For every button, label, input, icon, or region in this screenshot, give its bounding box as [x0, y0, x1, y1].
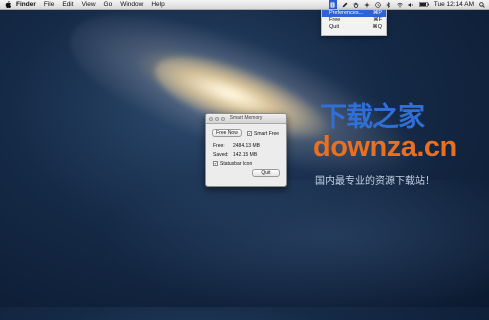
status-menu-item-preferences[interactable]: Preferences... ⌘P [322, 10, 386, 17]
pen-icon[interactable] [342, 2, 348, 8]
menu-edit[interactable]: Edit [62, 1, 73, 8]
free-now-button[interactable]: Free Now [212, 129, 242, 137]
watermark-domain: downza.cn [313, 131, 457, 163]
sparkle-icon[interactable] [363, 1, 370, 8]
statusbar-icon-label: Statusbar Icon [220, 161, 253, 167]
free-value: 2484.13 MB [233, 143, 260, 149]
status-area: Tue 12:14 AM [326, 0, 485, 9]
status-menu-label: Free [329, 17, 341, 23]
window-title: Smart Memory [229, 115, 263, 121]
menu-clock[interactable]: Tue 12:14 AM [434, 1, 474, 8]
status-menu-item-free[interactable]: Free ⌘F [322, 17, 386, 24]
saved-label: Saved: [213, 152, 229, 158]
menu-bar: Finder File Edit View Go Window Help Tue… [0, 0, 489, 10]
quit-button[interactable]: Quit [252, 169, 280, 177]
saved-value: 142.15 MB [233, 152, 258, 158]
status-menu-item-quit[interactable]: Quit ⌘Q [322, 24, 386, 31]
watermark-chinese: 下载之家 [320, 102, 425, 132]
volume-icon[interactable] [408, 2, 414, 8]
status-menu: Preferences... ⌘P Free ⌘F Quit ⌘Q [321, 9, 387, 36]
menu-window[interactable]: Window [120, 1, 143, 8]
smart-memory-icon[interactable] [328, 0, 337, 9]
checkmark-icon [248, 131, 251, 135]
status-menu-label: Quit [329, 24, 340, 30]
status-menu-label: Preferences... [329, 10, 364, 16]
battery-icon[interactable] [418, 2, 429, 8]
time-machine-icon[interactable] [375, 1, 381, 8]
smart-free-checkbox[interactable] [247, 130, 252, 136]
menu-view[interactable]: View [82, 1, 96, 8]
apple-icon[interactable] [4, 1, 11, 8]
smart-free-label: Smart Free [254, 130, 280, 137]
status-menu-shortcut: ⌘Q [372, 24, 382, 30]
menu-help[interactable]: Help [151, 1, 164, 8]
watermark: 下载之家 downza.cn 国内最专业的资源下载站！ [305, 95, 485, 190]
hand-icon[interactable] [353, 2, 359, 8]
statusbar-icon-checkbox[interactable] [213, 161, 218, 166]
status-menu-shortcut: ⌘P [372, 10, 382, 16]
menu-go[interactable]: Go [104, 1, 113, 8]
menu-finder[interactable]: Finder [16, 1, 36, 8]
window-titlebar[interactable]: Smart Memory [206, 114, 286, 124]
bluetooth-icon[interactable] [386, 1, 392, 8]
menu-file[interactable]: File [44, 1, 54, 8]
watermark-tagline: 国内最专业的资源下载站！ [315, 176, 435, 187]
search-icon[interactable] [479, 1, 485, 8]
wifi-icon[interactable] [397, 2, 403, 8]
checkmark-icon [214, 162, 217, 165]
status-menu-shortcut: ⌘F [373, 17, 382, 23]
smart-memory-window: Smart Memory Free Now Smart Free Free: 2… [205, 113, 287, 187]
free-label: Free: [213, 143, 225, 149]
wallpaper-dust [80, 180, 489, 320]
